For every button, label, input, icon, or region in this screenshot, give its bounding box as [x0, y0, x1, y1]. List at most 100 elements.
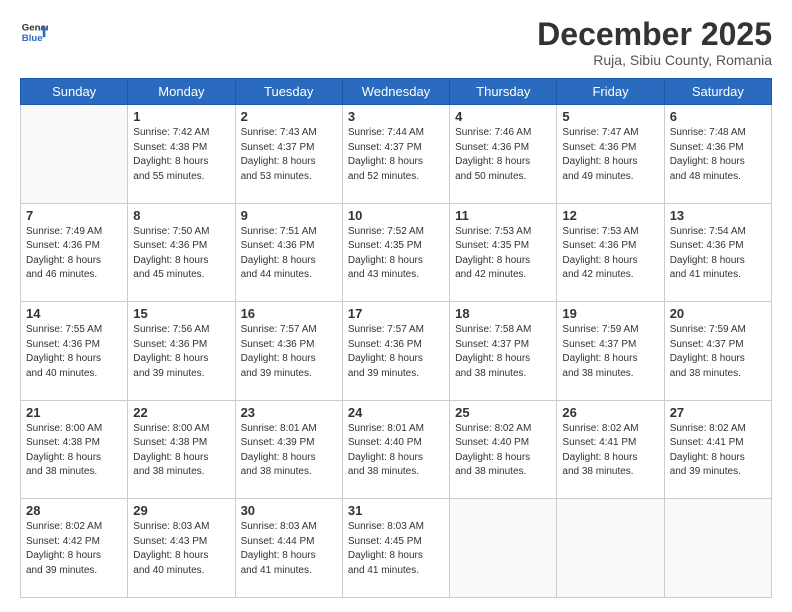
day-number: 25 [455, 405, 551, 420]
day-number: 14 [26, 306, 122, 321]
calendar-header-row: SundayMondayTuesdayWednesdayThursdayFrid… [21, 79, 772, 105]
day-header-tuesday: Tuesday [235, 79, 342, 105]
cell-info: Sunrise: 7:53 AM Sunset: 4:36 PM Dayligh… [562, 225, 658, 283]
day-number: 6 [670, 109, 766, 124]
calendar-cell: 29 Sunrise: 8:03 AM Sunset: 4:43 PM Dayli… [128, 499, 235, 598]
day-header-wednesday: Wednesday [342, 79, 449, 105]
day-number: 2 [241, 109, 337, 124]
cell-info: Sunrise: 8:02 AM Sunset: 4:41 PM Dayligh… [670, 422, 766, 480]
day-number: 7 [26, 208, 122, 223]
cell-info: Sunrise: 7:47 AM Sunset: 4:36 PM Dayligh… [562, 126, 658, 184]
cell-info: Sunrise: 7:51 AM Sunset: 4:36 PM Dayligh… [241, 225, 337, 283]
day-number: 13 [670, 208, 766, 223]
page: General Blue December 2025 Ruja, Sibiu C… [0, 0, 792, 612]
day-number: 10 [348, 208, 444, 223]
calendar-cell: 12 Sunrise: 7:53 AM Sunset: 4:36 PM Dayli… [557, 203, 664, 302]
cell-info: Sunrise: 8:00 AM Sunset: 4:38 PM Dayligh… [26, 422, 122, 480]
day-header-saturday: Saturday [664, 79, 771, 105]
month-title: December 2025 [537, 18, 772, 50]
calendar-week-4: 21Sunrise: 8:00 AM Sunset: 4:38 PM Dayli… [21, 400, 772, 499]
day-number: 24 [348, 405, 444, 420]
day-number: 22 [133, 405, 229, 420]
calendar-cell: 20Sunrise: 7:59 AM Sunset: 4:37 PM Dayli… [664, 302, 771, 401]
calendar-cell: 9 Sunrise: 7:51 AM Sunset: 4:36 PM Daylig… [235, 203, 342, 302]
calendar-cell: 10 Sunrise: 7:52 AM Sunset: 4:35 PM Dayli… [342, 203, 449, 302]
day-header-friday: Friday [557, 79, 664, 105]
calendar-cell: 24 Sunrise: 8:01 AM Sunset: 4:40 PM Dayli… [342, 400, 449, 499]
calendar-cell: 5 Sunrise: 7:47 AM Sunset: 4:36 PM Daylig… [557, 105, 664, 204]
calendar-cell: 31Sunrise: 8:03 AM Sunset: 4:45 PM Dayli… [342, 499, 449, 598]
calendar-cell: 23 Sunrise: 8:01 AM Sunset: 4:39 PM Dayli… [235, 400, 342, 499]
cell-info: Sunrise: 7:58 AM Sunset: 4:37 PM Dayligh… [455, 323, 551, 381]
calendar-cell: 8 Sunrise: 7:50 AM Sunset: 4:36 PM Daylig… [128, 203, 235, 302]
cell-info: Sunrise: 7:49 AM Sunset: 4:36 PM Dayligh… [26, 225, 122, 283]
cell-info: Sunrise: 8:03 AM Sunset: 4:43 PM Dayligh… [133, 520, 229, 578]
header: General Blue December 2025 Ruja, Sibiu C… [20, 18, 772, 68]
day-number: 15 [133, 306, 229, 321]
calendar-cell: 7 Sunrise: 7:49 AM Sunset: 4:36 PM Daylig… [21, 203, 128, 302]
calendar-cell: 26Sunrise: 8:02 AM Sunset: 4:41 PM Dayli… [557, 400, 664, 499]
cell-info: Sunrise: 7:50 AM Sunset: 4:36 PM Dayligh… [133, 225, 229, 283]
cell-info: Sunrise: 7:53 AM Sunset: 4:35 PM Dayligh… [455, 225, 551, 283]
cell-info: Sunrise: 8:03 AM Sunset: 4:45 PM Dayligh… [348, 520, 444, 578]
calendar-cell [664, 499, 771, 598]
calendar-cell: 30 Sunrise: 8:03 AM Sunset: 4:44 PM Dayli… [235, 499, 342, 598]
calendar-cell: 17Sunrise: 7:57 AM Sunset: 4:36 PM Dayli… [342, 302, 449, 401]
cell-info: Sunrise: 7:59 AM Sunset: 4:37 PM Dayligh… [670, 323, 766, 381]
calendar-cell: 1Sunrise: 7:42 AM Sunset: 4:38 PM Daylig… [128, 105, 235, 204]
day-number: 30 [241, 503, 337, 518]
cell-info: Sunrise: 8:01 AM Sunset: 4:40 PM Dayligh… [348, 422, 444, 480]
calendar-cell: 22 Sunrise: 8:00 AM Sunset: 4:38 PM Dayli… [128, 400, 235, 499]
day-number: 28 [26, 503, 122, 518]
day-number: 23 [241, 405, 337, 420]
calendar-cell: 2 Sunrise: 7:43 AM Sunset: 4:37 PM Daylig… [235, 105, 342, 204]
calendar-cell: 15 Sunrise: 7:56 AM Sunset: 4:36 PM Dayli… [128, 302, 235, 401]
day-header-sunday: Sunday [21, 79, 128, 105]
day-number: 8 [133, 208, 229, 223]
day-number: 26 [562, 405, 658, 420]
calendar-week-2: 7 Sunrise: 7:49 AM Sunset: 4:36 PM Daylig… [21, 203, 772, 302]
calendar-cell: 11Sunrise: 7:53 AM Sunset: 4:35 PM Dayli… [450, 203, 557, 302]
cell-info: Sunrise: 7:56 AM Sunset: 4:36 PM Dayligh… [133, 323, 229, 381]
logo: General Blue [20, 18, 48, 46]
calendar-cell: 16Sunrise: 7:57 AM Sunset: 4:36 PM Dayli… [235, 302, 342, 401]
calendar-cell: 4Sunrise: 7:46 AM Sunset: 4:36 PM Daylig… [450, 105, 557, 204]
calendar-cell: 14 Sunrise: 7:55 AM Sunset: 4:36 PM Dayli… [21, 302, 128, 401]
location: Ruja, Sibiu County, Romania [537, 52, 772, 68]
logo-icon: General Blue [20, 18, 48, 46]
calendar-week-5: 28 Sunrise: 8:02 AM Sunset: 4:42 PM Dayli… [21, 499, 772, 598]
calendar-table: SundayMondayTuesdayWednesdayThursdayFrid… [20, 78, 772, 598]
cell-info: Sunrise: 7:43 AM Sunset: 4:37 PM Dayligh… [241, 126, 337, 184]
cell-info: Sunrise: 7:55 AM Sunset: 4:36 PM Dayligh… [26, 323, 122, 381]
day-number: 18 [455, 306, 551, 321]
cell-info: Sunrise: 7:52 AM Sunset: 4:35 PM Dayligh… [348, 225, 444, 283]
calendar-cell: 28 Sunrise: 8:02 AM Sunset: 4:42 PM Dayli… [21, 499, 128, 598]
cell-info: Sunrise: 8:01 AM Sunset: 4:39 PM Dayligh… [241, 422, 337, 480]
cell-info: Sunrise: 7:57 AM Sunset: 4:36 PM Dayligh… [241, 323, 337, 381]
calendar-cell: 13 Sunrise: 7:54 AM Sunset: 4:36 PM Dayli… [664, 203, 771, 302]
calendar-week-1: 1Sunrise: 7:42 AM Sunset: 4:38 PM Daylig… [21, 105, 772, 204]
day-number: 12 [562, 208, 658, 223]
cell-info: Sunrise: 7:46 AM Sunset: 4:36 PM Dayligh… [455, 126, 551, 184]
calendar-cell: 21Sunrise: 8:00 AM Sunset: 4:38 PM Dayli… [21, 400, 128, 499]
calendar-cell [557, 499, 664, 598]
cell-info: Sunrise: 7:57 AM Sunset: 4:36 PM Dayligh… [348, 323, 444, 381]
day-number: 3 [348, 109, 444, 124]
day-number: 27 [670, 405, 766, 420]
cell-info: Sunrise: 7:59 AM Sunset: 4:37 PM Dayligh… [562, 323, 658, 381]
calendar-cell [21, 105, 128, 204]
day-number: 9 [241, 208, 337, 223]
day-number: 5 [562, 109, 658, 124]
cell-info: Sunrise: 8:02 AM Sunset: 4:42 PM Dayligh… [26, 520, 122, 578]
cell-info: Sunrise: 8:03 AM Sunset: 4:44 PM Dayligh… [241, 520, 337, 578]
cell-info: Sunrise: 7:48 AM Sunset: 4:36 PM Dayligh… [670, 126, 766, 184]
cell-info: Sunrise: 7:54 AM Sunset: 4:36 PM Dayligh… [670, 225, 766, 283]
svg-text:Blue: Blue [22, 33, 43, 44]
day-number: 29 [133, 503, 229, 518]
calendar-cell: 18 Sunrise: 7:58 AM Sunset: 4:37 PM Dayli… [450, 302, 557, 401]
day-number: 19 [562, 306, 658, 321]
calendar-cell: 27 Sunrise: 8:02 AM Sunset: 4:41 PM Dayli… [664, 400, 771, 499]
calendar-cell [450, 499, 557, 598]
title-block: December 2025 Ruja, Sibiu County, Romani… [537, 18, 772, 68]
cell-info: Sunrise: 8:00 AM Sunset: 4:38 PM Dayligh… [133, 422, 229, 480]
